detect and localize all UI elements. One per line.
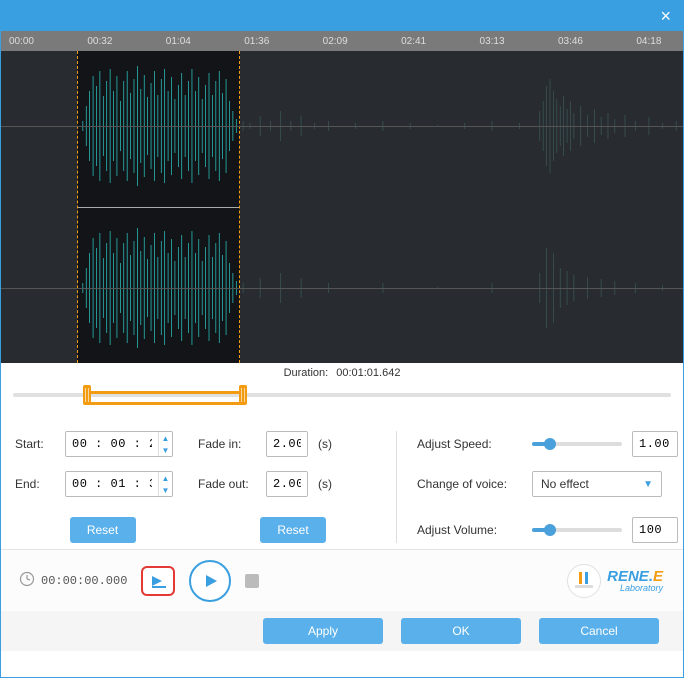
end-value[interactable] (66, 477, 158, 491)
apply-button[interactable]: Apply (263, 618, 383, 644)
volume-slider[interactable] (532, 528, 622, 532)
speed-slider[interactable] (532, 442, 622, 446)
fade-unit: (s) (318, 437, 332, 451)
ruler-tick: 02:41 (401, 36, 426, 47)
clock-icon (19, 571, 35, 590)
titlebar: × (1, 1, 683, 31)
play-selection-button[interactable] (141, 566, 175, 596)
ruler-tick: 03:13 (480, 36, 505, 47)
ruler-tick: 01:04 (166, 36, 191, 47)
start-value[interactable] (66, 437, 158, 451)
duration-value: 00:01:01.642 (336, 367, 400, 379)
fadeout-label: Fade out: (198, 477, 256, 491)
brand-logo: RENE.E Laboratory (567, 564, 663, 598)
dialog-buttons: Apply OK Cancel (1, 611, 683, 651)
waveform-channel-top (1, 51, 683, 201)
volume-value[interactable] (633, 523, 677, 537)
ruler-tick: 02:09 (323, 36, 348, 47)
waveform-channel-bottom (1, 213, 683, 363)
spin-up-icon[interactable]: ▲ (159, 432, 172, 444)
range-handle-end[interactable] (239, 385, 247, 405)
start-input[interactable]: ▲▼ (65, 431, 173, 457)
range-slider[interactable] (1, 383, 683, 421)
playback-bar: 00:00:00.000 RENE.E Laboratory (1, 549, 683, 611)
ruler-tick: 00:00 (9, 36, 34, 47)
reset-trim-button[interactable]: Reset (70, 517, 136, 543)
speed-value[interactable] (633, 437, 677, 451)
duration-label: Duration: (284, 367, 329, 379)
waveform-display[interactable] (1, 51, 683, 363)
fadeout-input[interactable] (266, 471, 308, 497)
ruler-tick: 01:36 (244, 36, 269, 47)
start-label: Start: (15, 437, 55, 451)
range-handle-start[interactable] (83, 385, 91, 405)
end-label: End: (15, 477, 55, 491)
spin-up-icon[interactable]: ▲ (159, 472, 172, 484)
speed-input[interactable] (632, 431, 678, 457)
close-icon[interactable]: × (660, 6, 671, 27)
ruler-tick: 04:18 (636, 36, 661, 47)
volume-label: Adjust Volume: (417, 523, 522, 537)
volume-input[interactable] (632, 517, 678, 543)
stop-button[interactable] (245, 574, 259, 588)
fadein-value[interactable] (267, 437, 307, 451)
voice-select[interactable]: No effect ▼ (532, 471, 662, 497)
end-input[interactable]: ▲▼ (65, 471, 173, 497)
timeline-ruler[interactable]: 00:00 00:32 01:04 01:36 02:09 02:41 03:1… (1, 31, 683, 51)
spin-down-icon[interactable]: ▼ (159, 444, 172, 456)
cancel-button[interactable]: Cancel (539, 618, 659, 644)
fade-unit: (s) (318, 477, 332, 491)
speed-label: Adjust Speed: (417, 437, 522, 451)
duration-row: Duration: 00:01:01.642 (1, 363, 683, 383)
fadein-label: Fade in: (198, 437, 256, 451)
fadeout-value[interactable] (267, 477, 307, 491)
chevron-down-icon: ▼ (643, 479, 653, 490)
spin-down-icon[interactable]: ▼ (159, 484, 172, 496)
voice-value: No effect (541, 477, 589, 491)
play-button[interactable] (189, 560, 231, 602)
voice-label: Change of voice: (417, 477, 522, 491)
fadein-input[interactable] (266, 431, 308, 457)
playback-time: 00:00:00.000 (41, 574, 127, 588)
ruler-tick: 03:46 (558, 36, 583, 47)
ruler-tick: 00:32 (87, 36, 112, 47)
reset-fade-button[interactable]: Reset (260, 517, 326, 543)
ok-button[interactable]: OK (401, 618, 521, 644)
logo-icon (567, 564, 601, 598)
